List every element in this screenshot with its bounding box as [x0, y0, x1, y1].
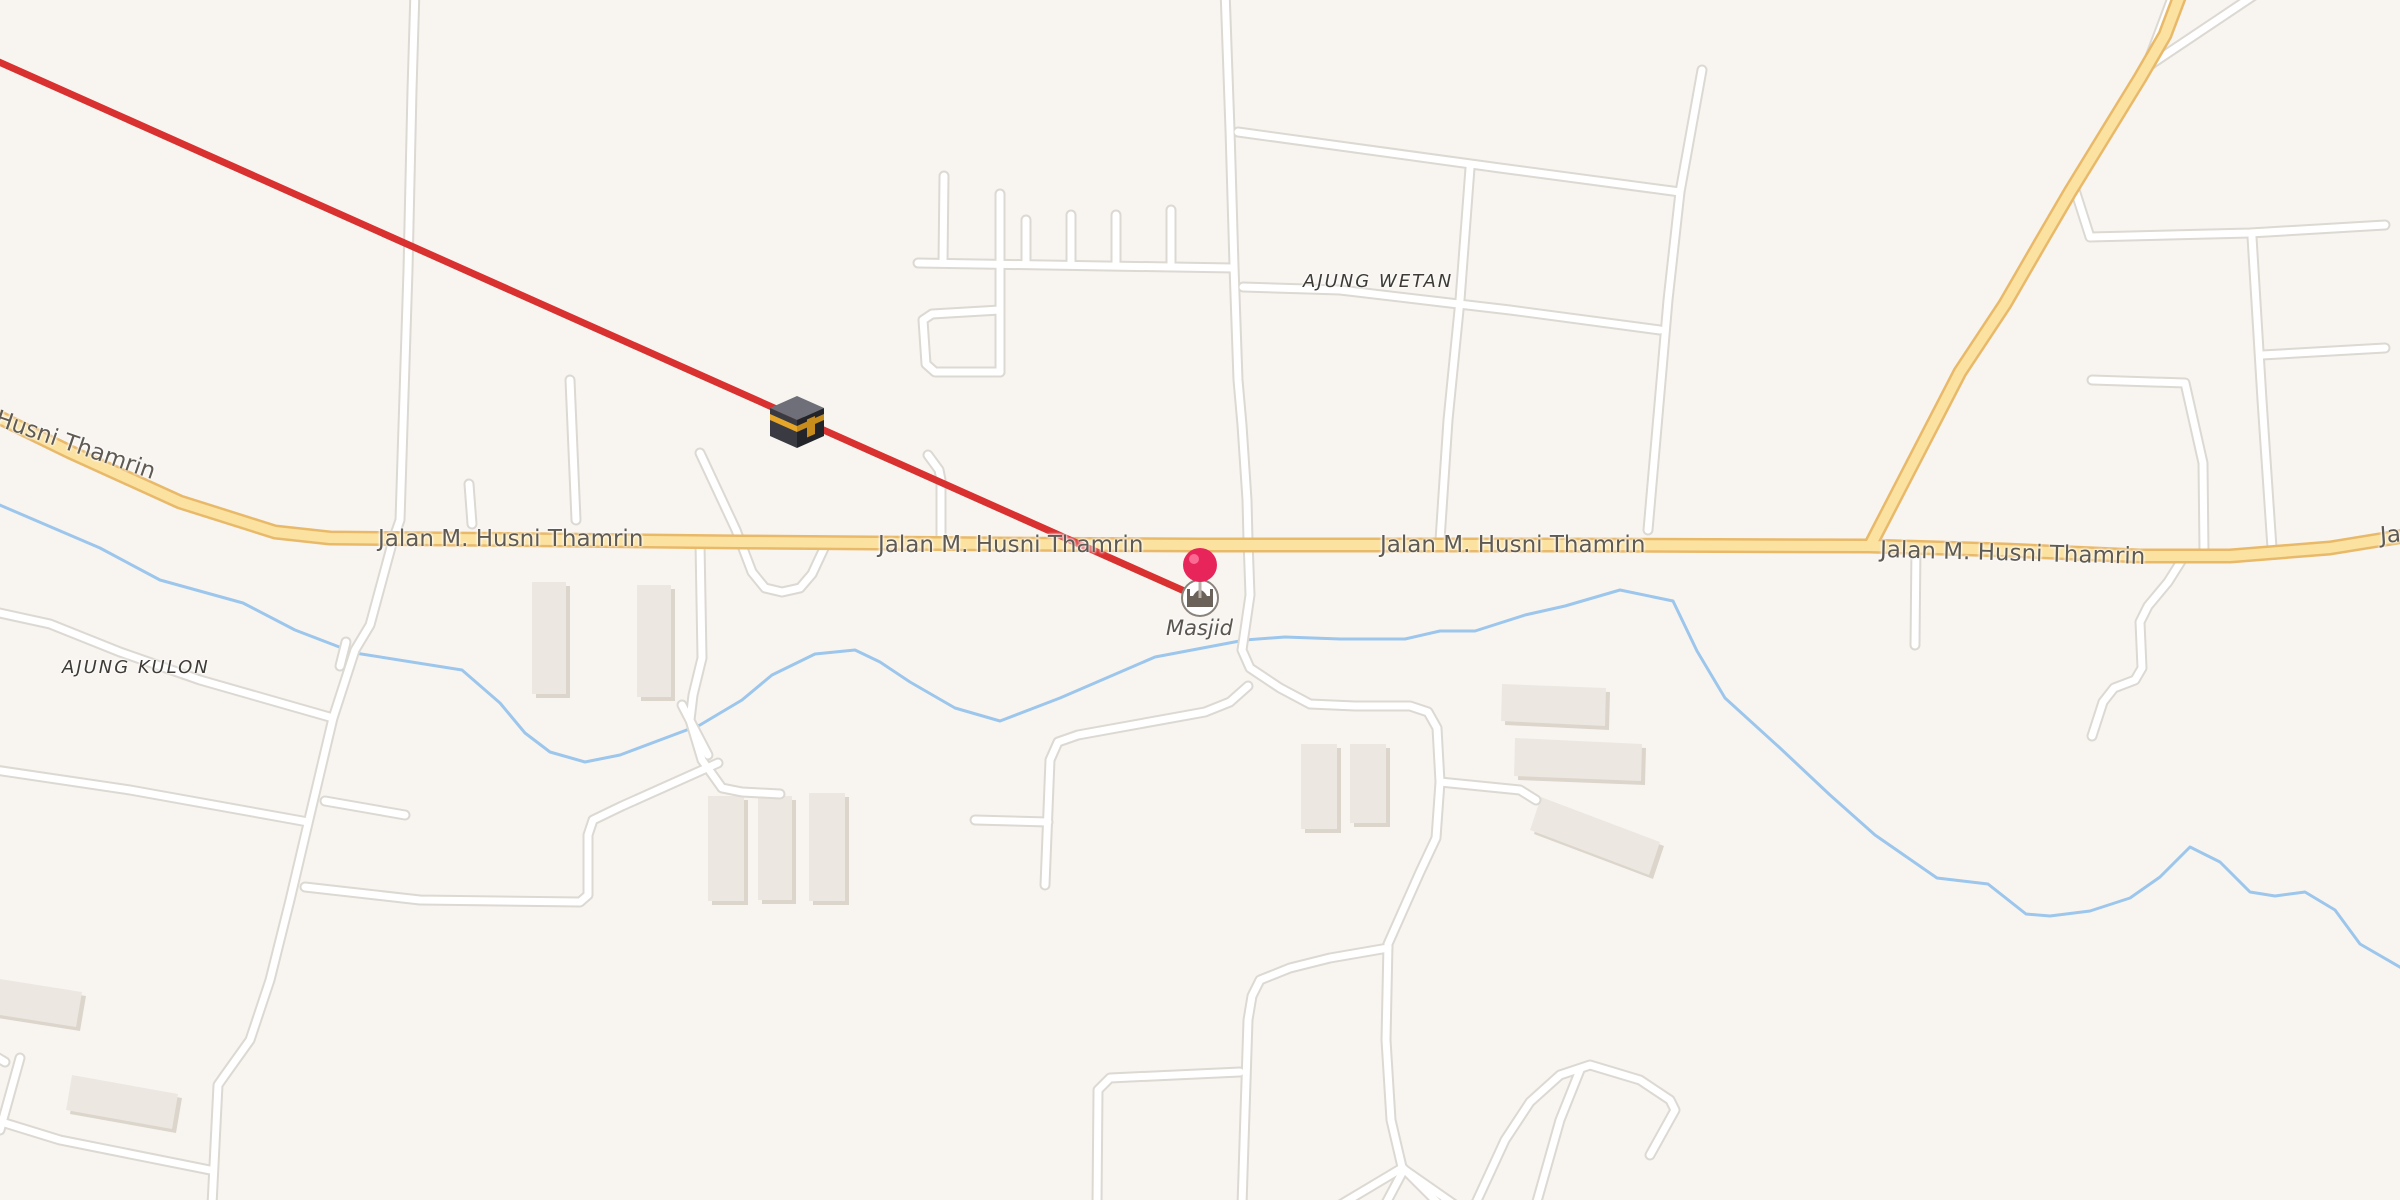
poi-label-masjid[interactable]: Masjid [1166, 616, 1233, 640]
minor-road-casing [1091, 1066, 1246, 1200]
minor-road-casing [1219, 0, 1446, 1200]
building [1501, 684, 1610, 730]
primary-road [0, 412, 2400, 561]
road-label: Jalan M. Husni Thamrin [878, 532, 1144, 558]
building [758, 796, 796, 904]
minor-road [2248, 233, 2276, 552]
minor-road [1644, 188, 1684, 534]
building [0, 979, 86, 1031]
minor-road [1041, 682, 1252, 889]
minor-road-casing [694, 447, 832, 598]
minor-road [971, 816, 1052, 826]
area-label: AJUNG WETAN [1303, 271, 1454, 292]
building [66, 1075, 182, 1133]
buildings-layer [0, 582, 1664, 1133]
building [708, 796, 748, 905]
road-label: Jalan M. Husni Thamrin [378, 526, 644, 552]
minor-road-casing [917, 304, 1006, 378]
map-canvas[interactable]: Husni Thamrin Jalan M. Husni Thamrin Jal… [0, 0, 2400, 1200]
building [809, 793, 849, 905]
area-label: AJUNG KULON [62, 657, 210, 678]
primary-road-layer [0, 0, 2400, 564]
map-layer [0, 0, 2400, 1200]
minor-road-casing [1236, 942, 1394, 1200]
minor-road-casing [1039, 680, 1254, 891]
minor-road [1093, 1068, 1244, 1200]
minor-road [696, 449, 830, 596]
minor-road [939, 172, 948, 267]
building [1514, 738, 1646, 785]
kaaba-icon[interactable] [770, 396, 824, 448]
minor-road [1436, 164, 1474, 544]
building [637, 585, 675, 701]
minor-road [301, 759, 722, 906]
building [1530, 797, 1664, 879]
road-label: Ja [2379, 521, 2400, 549]
minor-road [914, 259, 1238, 272]
primary-road [1865, 0, 2184, 551]
qibla-line [0, 58, 1204, 602]
minor-road [924, 451, 945, 544]
road-label: Jalan M. Husni Thamrin [1380, 532, 1646, 558]
minor-road [1238, 944, 1392, 1200]
minor-road-casing [206, 0, 421, 1200]
minor-road [208, 0, 419, 1200]
building [532, 582, 570, 698]
minor-road [0, 767, 312, 826]
building [1350, 744, 1390, 827]
minor-road [2088, 376, 2208, 556]
minor-road [1221, 0, 1444, 1200]
minor-road [465, 480, 476, 528]
building [1301, 744, 1341, 833]
minor-road-casing [299, 757, 724, 908]
